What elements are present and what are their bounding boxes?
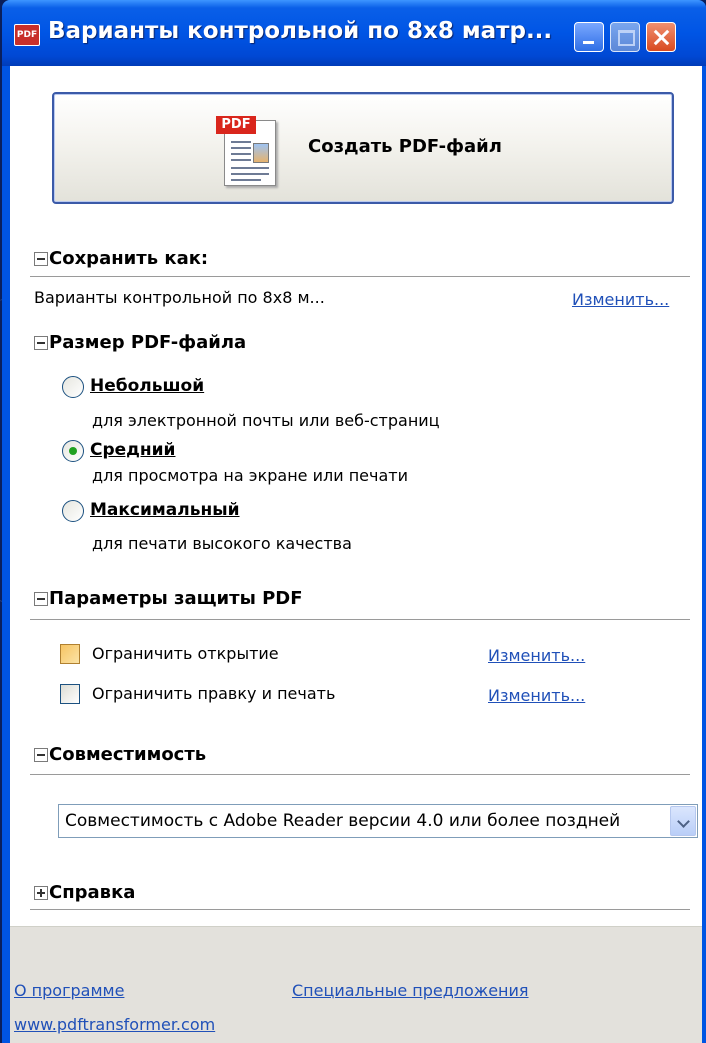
radio-small-desc: для электронной почты или веб-страниц [92, 411, 440, 430]
divider [30, 774, 690, 775]
divider [30, 909, 690, 910]
about-link[interactable]: О программе [14, 981, 124, 1000]
chevron-down-icon[interactable] [670, 806, 696, 836]
divider [30, 276, 690, 277]
section-compatibility-header[interactable]: Совместимость [34, 744, 694, 770]
section-security-header[interactable]: Параметры защиты PDF [34, 588, 694, 614]
restrict-open-checkbox[interactable] [60, 644, 80, 664]
save-as-filename: Варианты контрольной по 8x8 м... [34, 288, 325, 307]
restrict-edit-change-link[interactable]: Изменить... [488, 686, 585, 705]
section-title: Справка [49, 882, 136, 903]
divider [30, 619, 690, 620]
radio-medium[interactable] [62, 440, 84, 462]
create-pdf-button[interactable]: PDF Создать PDF-файл [52, 92, 674, 204]
radio-small-label[interactable]: Небольшой [90, 376, 204, 396]
compatibility-selected-value: Совместимость с Adobe Reader версии 4.0 … [65, 811, 621, 831]
client-area: PDF Создать PDF-файл Сохранить как: Вари… [10, 66, 702, 1043]
section-save-as-header[interactable]: Сохранить как: [34, 248, 694, 274]
special-offers-link[interactable]: Специальные предложения [292, 981, 529, 1000]
collapse-icon[interactable] [34, 592, 48, 606]
close-button[interactable] [646, 22, 676, 52]
maximize-button[interactable] [610, 22, 640, 52]
app-window: PDF Варианты контрольной по 8x8 матр... … [2, 0, 706, 1043]
radio-max-desc: для печати высокого качества [92, 534, 352, 553]
section-title: Совместимость [49, 744, 207, 765]
radio-medium-desc: для просмотра на экране или печати [92, 466, 408, 485]
section-title: Размер PDF-файла [49, 332, 247, 353]
pdf-document-icon: PDF [216, 116, 278, 188]
section-title: Параметры защиты PDF [49, 588, 303, 609]
section-help-header[interactable]: Справка [34, 882, 694, 908]
expand-icon[interactable] [34, 886, 48, 900]
section-pdf-size-header[interactable]: Размер PDF-файла [34, 332, 694, 358]
restrict-open-label[interactable]: Ограничить открытие [92, 644, 279, 663]
change-filename-link[interactable]: Изменить... [572, 290, 669, 309]
website-link[interactable]: www.pdftransformer.com [14, 1015, 215, 1034]
compatibility-select[interactable]: Совместимость с Adobe Reader версии 4.0 … [58, 804, 698, 838]
minimize-button[interactable] [574, 22, 604, 52]
pdf-app-icon: PDF [14, 24, 40, 46]
collapse-icon[interactable] [34, 748, 48, 762]
title-bar[interactable]: PDF Варианты контрольной по 8x8 матр... [2, 0, 706, 66]
restrict-open-change-link[interactable]: Изменить... [488, 646, 585, 665]
collapse-icon[interactable] [34, 336, 48, 350]
collapse-icon[interactable] [34, 252, 48, 266]
radio-small[interactable] [62, 376, 84, 398]
radio-max-label[interactable]: Максимальный [90, 500, 240, 520]
restrict-edit-checkbox[interactable] [60, 684, 80, 704]
section-title: Сохранить как: [49, 248, 209, 269]
create-pdf-label: Создать PDF-файл [308, 136, 502, 157]
footer-panel: О программе Специальные предложения www.… [10, 926, 702, 1043]
window-title: Варианты контрольной по 8x8 матр... [48, 18, 553, 44]
restrict-edit-label[interactable]: Ограничить правку и печать [92, 684, 335, 703]
radio-medium-label[interactable]: Средний [90, 440, 175, 460]
radio-max[interactable] [62, 500, 84, 522]
